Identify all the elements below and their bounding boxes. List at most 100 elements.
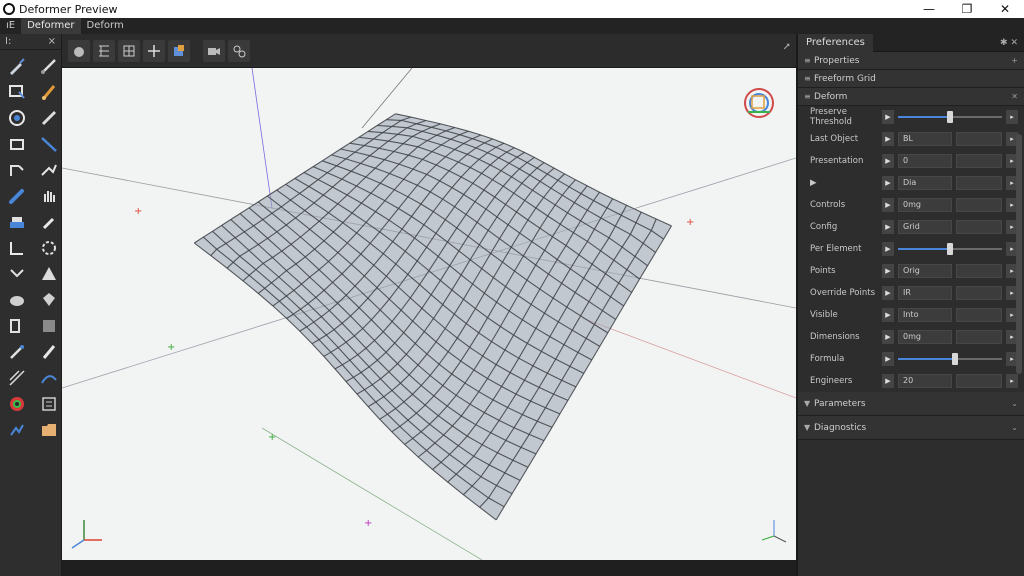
tab-preferences[interactable]: Preferences: [798, 33, 873, 52]
section-action-icon[interactable]: ⌄: [1011, 423, 1018, 432]
keyframe-toggle-icon[interactable]: ▶: [882, 330, 894, 344]
grid-view-icon[interactable]: [118, 39, 140, 62]
value-field[interactable]: 0mg: [898, 330, 952, 344]
secondary-field[interactable]: [956, 330, 1002, 344]
keyframe-toggle-icon[interactable]: ▶: [882, 154, 894, 168]
value-field[interactable]: Into: [898, 308, 952, 322]
list-tool-icon[interactable]: [35, 392, 63, 416]
secondary-field[interactable]: [956, 154, 1002, 168]
value-field[interactable]: 0: [898, 154, 952, 168]
wire-tool-icon[interactable]: [3, 366, 31, 390]
knife-tool-icon[interactable]: [35, 106, 63, 130]
secondary-field[interactable]: [956, 264, 1002, 278]
section-action-icon[interactable]: ⌄: [1011, 399, 1018, 408]
flatten-tool-icon[interactable]: [3, 236, 31, 260]
sections_bottom-section-0[interactable]: ▼ Parameters ⌄: [798, 392, 1024, 416]
keyframe-toggle-icon[interactable]: ▶: [882, 220, 894, 234]
keyframe-toggle-icon[interactable]: ▶: [882, 308, 894, 322]
paintbrush-tool-icon[interactable]: [35, 80, 63, 104]
secondary-field[interactable]: [956, 308, 1002, 322]
expand-arrow-icon[interactable]: ▸: [1006, 110, 1018, 124]
dropper-tool-icon[interactable]: [35, 210, 63, 234]
line-tool-icon[interactable]: [35, 132, 63, 156]
value-field[interactable]: Dia: [898, 176, 952, 190]
value-field[interactable]: IR: [898, 286, 952, 300]
menu-prefix[interactable]: ıE: [0, 18, 21, 34]
cone-tool-icon[interactable]: [35, 262, 63, 286]
sections_top-section-2[interactable]: ≡ Deform ✕: [798, 88, 1024, 106]
value-field[interactable]: 20: [898, 374, 952, 388]
mesh-view-icon[interactable]: [93, 39, 115, 62]
value-slider[interactable]: [898, 353, 1002, 365]
secondary-field[interactable]: [956, 198, 1002, 212]
maximize-button[interactable]: ❐: [948, 0, 986, 18]
expand-arrow-icon[interactable]: ▸: [1006, 374, 1018, 388]
sections_bottom-section-1[interactable]: ▼ Diagnostics ⌄: [798, 416, 1024, 440]
select-tool-icon[interactable]: [3, 80, 31, 104]
secondary-field[interactable]: [956, 132, 1002, 146]
keyframe-toggle-icon[interactable]: ▶: [882, 198, 894, 212]
smooth-tool-icon[interactable]: [3, 184, 31, 208]
value-field[interactable]: Orig: [898, 264, 952, 278]
twist-tool-icon[interactable]: [3, 418, 31, 442]
folder-tool-icon[interactable]: [35, 418, 63, 442]
keyframe-toggle-icon[interactable]: ▶: [882, 110, 894, 124]
inflate-tool-icon[interactable]: [3, 288, 31, 312]
deformed-mesh-scene[interactable]: + + + + +: [62, 68, 796, 560]
frame-tool-icon[interactable]: [3, 314, 31, 338]
secondary-field[interactable]: [956, 374, 1002, 388]
box-tool-icon[interactable]: [35, 314, 63, 338]
value-field[interactable]: BL: [898, 132, 952, 146]
sculpt-tool-icon[interactable]: [35, 158, 63, 182]
keyframe-toggle-icon[interactable]: ▶: [882, 242, 894, 256]
keyframe-toggle-icon[interactable]: ▶: [882, 374, 894, 388]
fill-tool-icon[interactable]: [35, 288, 63, 312]
keyframe-toggle-icon[interactable]: ▶: [882, 352, 894, 366]
close-button[interactable]: ✕: [986, 0, 1024, 18]
secondary-field[interactable]: [956, 286, 1002, 300]
3d-viewport[interactable]: + + + + +: [62, 68, 796, 560]
grab-tool-icon[interactable]: [35, 184, 63, 208]
section-action-icon[interactable]: +: [1011, 56, 1018, 65]
value-slider[interactable]: [898, 111, 1002, 123]
bend-tool-icon[interactable]: [3, 158, 31, 182]
keyframe-toggle-icon[interactable]: ▶: [882, 286, 894, 300]
deformed-grid-mesh[interactable]: [193, 113, 672, 521]
camera-icon[interactable]: [203, 39, 225, 62]
sections_top-section-1[interactable]: ≡ Freeform Grid: [798, 70, 1024, 88]
settings-tool-icon[interactable]: [35, 236, 63, 260]
orientation-gizmo-icon[interactable]: [744, 88, 774, 118]
value-slider[interactable]: [898, 243, 1002, 255]
color-wheel-icon[interactable]: [3, 392, 31, 416]
secondary-field[interactable]: [956, 220, 1002, 234]
brush-tool-icon[interactable]: [3, 54, 31, 78]
sections_top-section-0[interactable]: ≡ Properties +: [798, 52, 1024, 70]
layer-tool-icon[interactable]: [3, 210, 31, 234]
keyframe-toggle-icon[interactable]: ▶: [882, 176, 894, 190]
section-action-icon[interactable]: ✕: [1011, 92, 1018, 101]
tool-palette-close[interactable]: ⨯: [48, 36, 56, 47]
minimize-button[interactable]: —: [910, 0, 948, 18]
pen-tool-icon[interactable]: [35, 54, 63, 78]
wand-tool-icon[interactable]: [3, 340, 31, 364]
menu-deform[interactable]: Deform: [81, 18, 130, 34]
value-field[interactable]: 0mg: [898, 198, 952, 212]
lattice-icon[interactable]: [168, 39, 190, 62]
target-tool-icon[interactable]: [3, 106, 31, 130]
sphere-view-icon[interactable]: [68, 39, 90, 62]
blade-tool-icon[interactable]: [35, 340, 63, 364]
path-tool-icon[interactable]: [35, 366, 63, 390]
pinch-tool-icon[interactable]: [3, 262, 31, 286]
snap-icon[interactable]: [228, 39, 250, 62]
loop-tool-icon[interactable]: [3, 132, 31, 156]
keyframe-toggle-icon[interactable]: ▶: [882, 264, 894, 278]
value-field[interactable]: Grid: [898, 220, 952, 234]
toolbar-collapse-icon[interactable]: ⭧: [784, 42, 791, 53]
secondary-field[interactable]: [956, 176, 1002, 190]
keyframe-toggle-icon[interactable]: ▶: [882, 132, 894, 146]
svg-text:+: +: [364, 518, 372, 529]
panel-pin-icon[interactable]: ✱ ✕: [1000, 38, 1024, 48]
move-tool-icon[interactable]: [143, 39, 165, 62]
panel-scrollbar[interactable]: [1016, 134, 1022, 374]
menu-deformer[interactable]: Deformer: [21, 18, 81, 34]
